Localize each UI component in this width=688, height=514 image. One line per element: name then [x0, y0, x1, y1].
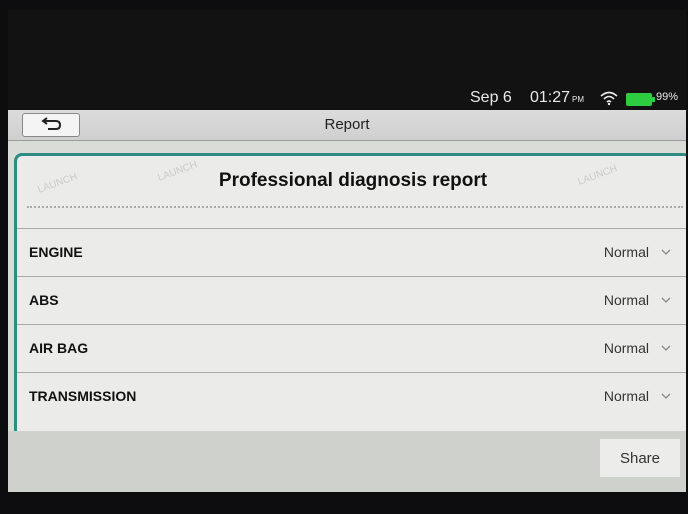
battery-percent: 99% — [656, 91, 679, 103]
status-time: 01:27 PM — [530, 89, 584, 107]
report-card: LAUNCH LAUNCH LAUNCH Professional diagno… — [14, 153, 686, 434]
report-heading: Professional diagnosis report — [218, 170, 488, 191]
wifi-icon — [600, 90, 618, 106]
system-name: AIR BAG — [29, 340, 89, 356]
status-time-value: 01:27 — [530, 89, 571, 106]
status-ampm: PM — [572, 95, 585, 104]
chevron-down-icon — [661, 393, 671, 399]
chevron-down-icon — [661, 297, 671, 303]
system-row-abs[interactable]: ABS Normal — [17, 276, 686, 325]
system-row-transmission[interactable]: TRANSMISSION Normal — [17, 372, 686, 421]
status-bar: Sep 6 01:27 PM 99% — [8, 80, 686, 114]
battery-icon — [626, 93, 655, 106]
system-row-air-bag[interactable]: AIR BAG Normal — [17, 324, 686, 373]
device-screen: Sep 6 01:27 PM 99% Report LAUNCH LAUNCH L… — [8, 10, 686, 492]
system-status: Normal — [603, 388, 649, 404]
chevron-down-icon — [661, 249, 671, 255]
status-date: Sep 6 — [470, 89, 512, 106]
bottom-bar: Share — [8, 431, 686, 492]
system-status: Normal — [603, 244, 649, 260]
system-row-engine[interactable]: ENGINE Normal — [17, 228, 686, 277]
system-name: ABS — [29, 292, 59, 308]
system-status: Normal — [603, 340, 649, 356]
system-name: TRANSMISSION — [29, 388, 137, 404]
page-title: Report — [324, 116, 370, 133]
dotted-divider — [27, 206, 683, 208]
share-button[interactable]: Share — [600, 439, 680, 477]
system-name: ENGINE — [29, 244, 83, 260]
system-status: Normal — [603, 292, 649, 308]
title-bar: Report — [8, 110, 686, 141]
chevron-down-icon — [661, 345, 671, 351]
report-content: LAUNCH LAUNCH LAUNCH Professional diagno… — [8, 141, 686, 434]
